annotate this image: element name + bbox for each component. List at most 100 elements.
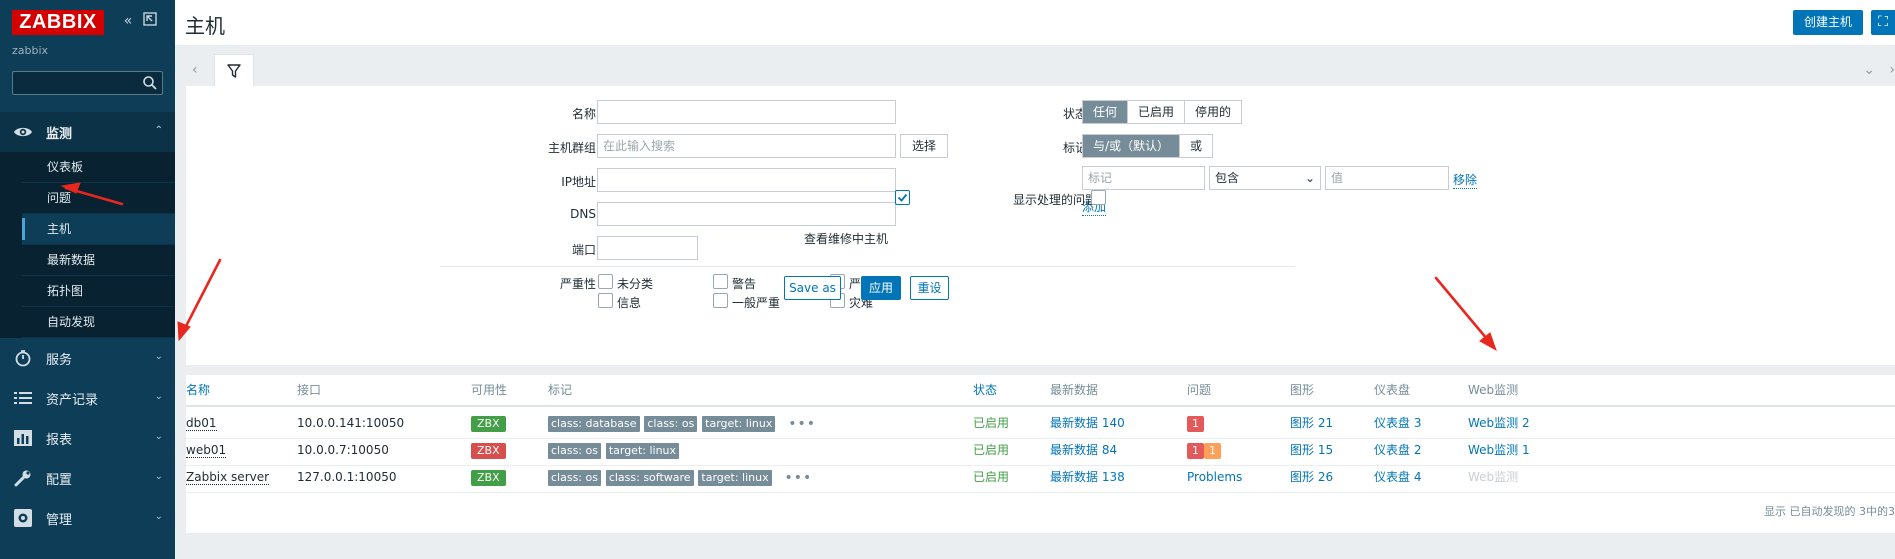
menu-services[interactable]: 服务 ⌄: [0, 338, 175, 378]
severity-warning-checkbox[interactable]: [713, 274, 728, 289]
menu-reports[interactable]: 报表 ⌄: [0, 418, 175, 458]
host-groups-input[interactable]: [597, 134, 896, 158]
wrench-icon: [12, 467, 34, 489]
sidebar-item-hosts[interactable]: 主机: [22, 214, 175, 245]
filter-form: 名称 主机群组 选择 IP地址 DNS 端口 严重性 未分类 警告 严重 信息 …: [186, 86, 1895, 365]
severity-label: 一般严重: [732, 296, 781, 310]
chevron-down-icon[interactable]: ⌄: [1863, 62, 1875, 78]
severity-not-classified-checkbox[interactable]: [598, 274, 613, 289]
tag-badge[interactable]: target: linux: [605, 442, 680, 459]
tag-operator-value: 包含: [1215, 171, 1240, 185]
chevron-down-icon: ⌄: [154, 431, 163, 442]
dashboards-link[interactable]: 仪表盘 2: [1374, 443, 1421, 457]
tag-value-input[interactable]: [1325, 166, 1449, 190]
sidebar-item-latest-data[interactable]: 最新数据: [22, 245, 175, 276]
tag-badge[interactable]: target: linux: [698, 469, 772, 486]
hide-sidebar-icon[interactable]: [142, 12, 158, 30]
main-menu: 监测 ⌃ 仪表板 问题 主机 最新数据 拓扑图 自动发现 服务 ⌄ 资产记录 ⌄: [0, 112, 175, 538]
availability-badge[interactable]: ZBX: [471, 415, 506, 432]
host-name-link[interactable]: Zabbix server: [186, 470, 270, 485]
graphs-link[interactable]: 图形 21: [1290, 416, 1333, 430]
severity-information-checkbox[interactable]: [598, 293, 613, 308]
graphs-link[interactable]: 图形 26: [1290, 470, 1333, 484]
web-monitoring-link[interactable]: Web监测 1: [1468, 443, 1530, 457]
show-maintenance-checkbox[interactable]: [895, 190, 910, 205]
tag-badge[interactable]: class: os: [548, 469, 601, 486]
filter-tab[interactable]: [214, 54, 254, 87]
tag-operator-select[interactable]: 包含 ⌄: [1209, 166, 1321, 190]
port-input[interactable]: [597, 236, 698, 260]
table-footer-note: 显示 已自动发现的 3中的3: [1764, 505, 1895, 518]
list-icon: [12, 387, 34, 409]
save-as-button[interactable]: Save as: [784, 276, 841, 300]
status-enabled-option[interactable]: 已启用: [1128, 101, 1186, 123]
sidebar-item-maps[interactable]: 拓扑图: [22, 276, 175, 307]
menu-monitoring[interactable]: 监测 ⌃: [0, 112, 175, 152]
select-groups-button[interactable]: 选择: [900, 134, 948, 158]
eye-icon: [12, 121, 34, 143]
status-enabled-link[interactable]: 已启用: [973, 470, 1009, 484]
web-monitoring-link[interactable]: Web监测 2: [1468, 416, 1530, 430]
latest-data-link[interactable]: 最新数据 84: [1050, 443, 1117, 457]
zabbix-logo[interactable]: ZABBIX: [12, 10, 104, 35]
column-header-name[interactable]: 名称: [186, 375, 210, 405]
column-header-status[interactable]: 状态: [973, 375, 997, 405]
ip-label: IP地址: [561, 175, 596, 189]
latest-data-link[interactable]: 最新数据 138: [1050, 470, 1125, 484]
remove-tag-link[interactable]: 移除: [1453, 171, 1478, 189]
problem-count-badge[interactable]: 1: [1204, 442, 1221, 459]
status-enabled-link[interactable]: 已启用: [973, 416, 1009, 430]
dashboards-link[interactable]: 仪表盘 4: [1374, 470, 1421, 484]
apply-button[interactable]: 应用: [861, 276, 901, 300]
tag-badge[interactable]: class: os: [548, 442, 601, 459]
problem-count-badge[interactable]: 1: [1187, 442, 1204, 459]
kiosk-mode-icon[interactable]: ⛶: [1871, 10, 1895, 35]
more-tags-icon[interactable]: •••: [784, 462, 812, 494]
chevron-left-icon[interactable]: ‹: [192, 62, 198, 78]
monitoring-submenu: 仪表板 问题 主机 最新数据 拓扑图 自动发现: [0, 152, 175, 338]
problem-count-badge[interactable]: 1: [1187, 415, 1204, 432]
sidebar-item-discovery[interactable]: 自动发现: [22, 307, 175, 338]
sidebar-item-problems[interactable]: 问题: [22, 183, 175, 214]
host-name-link[interactable]: web01: [186, 443, 227, 458]
severity-average-checkbox[interactable]: [713, 293, 728, 308]
status-enabled-link[interactable]: 已启用: [973, 443, 1009, 457]
collapse-sidebar-icon[interactable]: «: [120, 12, 136, 30]
menu-configuration[interactable]: 配置 ⌄: [0, 458, 175, 498]
chevron-down-icon: ⌄: [1304, 171, 1315, 185]
status-any-option[interactable]: 任何: [1083, 101, 1129, 123]
tag-badge[interactable]: class: os: [644, 415, 698, 432]
availability-badge[interactable]: ZBX: [471, 442, 506, 459]
menu-inventory[interactable]: 资产记录 ⌄: [0, 378, 175, 418]
sidebar-search-input[interactable]: [12, 71, 163, 95]
table-row: Zabbix server 127.0.0.1:10050 ZBX class:…: [186, 461, 1895, 493]
status-disabled-option[interactable]: 停用的: [1185, 101, 1242, 123]
problems-link[interactable]: Problems: [1187, 470, 1242, 484]
availability-badge[interactable]: ZBX: [471, 469, 506, 486]
menu-administration[interactable]: 管理 ⌄: [0, 498, 175, 538]
hosts-table: 名称 接口 可用性 标记 状态 最新数据 问题 图形 仪表盘 Web监测 db0…: [186, 375, 1895, 533]
dns-input[interactable]: [597, 202, 896, 226]
graphs-link[interactable]: 图形 15: [1290, 443, 1333, 457]
tag-eval-and-or-option[interactable]: 与/或（默认）: [1083, 135, 1181, 157]
host-name-link[interactable]: db01: [186, 416, 217, 431]
tag-badge[interactable]: target: linux: [702, 415, 776, 432]
tag-badge[interactable]: class: database: [548, 415, 640, 432]
sidebar-item-dashboard[interactable]: 仪表板: [22, 152, 175, 183]
name-label: 名称: [571, 107, 596, 121]
ip-input[interactable]: [597, 168, 896, 192]
reset-button[interactable]: 重设: [910, 276, 949, 300]
latest-data-link[interactable]: 最新数据 140: [1050, 416, 1125, 430]
tag-eval-or-option[interactable]: 或: [1180, 135, 1213, 157]
web-monitoring-link: Web监测: [1468, 470, 1519, 484]
chevron-right-icon[interactable]: ›: [1889, 62, 1895, 78]
column-header-availability: 可用性: [471, 383, 508, 397]
show-suppressed-checkbox[interactable]: [1091, 190, 1106, 205]
gear-icon: [12, 507, 34, 529]
search-icon[interactable]: [142, 75, 158, 91]
tag-badge[interactable]: class: software: [605, 469, 694, 486]
tag-name-input[interactable]: [1082, 166, 1205, 190]
create-host-button[interactable]: 创建主机: [1792, 10, 1863, 35]
name-input[interactable]: [597, 100, 896, 124]
dashboards-link[interactable]: 仪表盘 3: [1374, 416, 1421, 430]
